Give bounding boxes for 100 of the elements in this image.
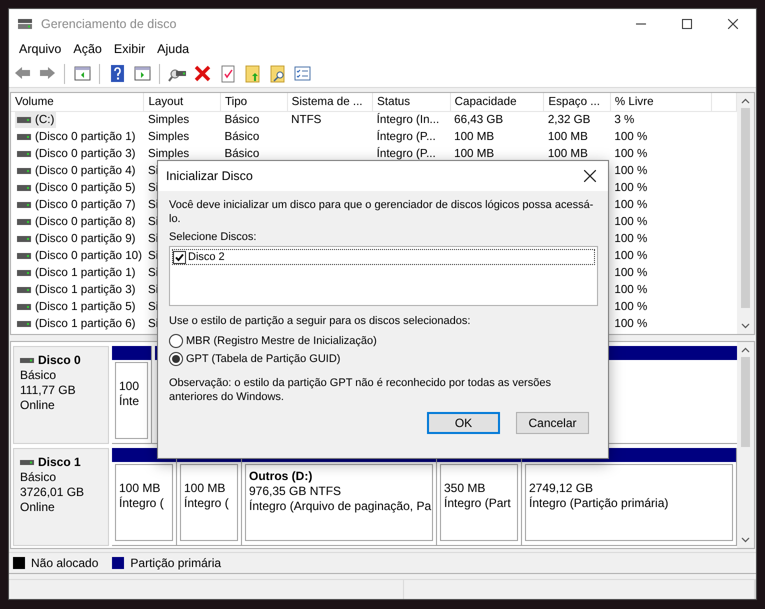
menu-item[interactable]: Ajuda xyxy=(151,40,196,59)
column-header[interactable]: Tipo xyxy=(220,93,288,111)
column-header[interactable]: Sistema de ... xyxy=(287,93,373,111)
disk-status: Online xyxy=(20,398,56,413)
radio-label[interactable]: MBR (Registro Mestre de Inicialização) xyxy=(186,334,377,348)
drive-icon xyxy=(17,236,31,242)
table-cell: 100 MB xyxy=(454,130,494,143)
table-cell: 100 % xyxy=(614,300,648,313)
drive-entry[interactable]: (Disco 0 partição 3) xyxy=(15,146,138,162)
drive-icon xyxy=(17,202,31,208)
drive-icon xyxy=(17,304,31,310)
drive-entry[interactable]: (C:) xyxy=(15,112,56,128)
style-label: Use o estilo de partição a seguir para os discos selecionados: xyxy=(169,314,472,328)
checkbox[interactable] xyxy=(173,250,186,264)
table-cell: 100 % xyxy=(614,266,648,279)
column-header[interactable]: Capacidade xyxy=(450,93,544,111)
disk-name: Disco 1 xyxy=(38,455,81,470)
table-cell: Simples xyxy=(148,147,190,160)
drive-icon xyxy=(17,286,31,292)
table-cell: 100 % xyxy=(614,164,648,177)
drive-icon xyxy=(20,460,34,465)
menu-item[interactable]: Arquivo xyxy=(13,40,68,59)
drive-entry[interactable]: (Disco 0 partição 10) xyxy=(15,248,144,264)
legend-label: Partição primária xyxy=(130,555,222,572)
window-pane-icon[interactable] xyxy=(132,64,152,83)
drive-icon xyxy=(17,218,31,224)
table-cell: 100 % xyxy=(614,181,648,194)
partition-bar xyxy=(112,346,151,360)
drive-entry[interactable]: (Disco 1 partição 1) xyxy=(15,264,138,280)
menu-item[interactable]: Ação xyxy=(67,40,108,59)
drive-entry[interactable]: (Disco 0 partição 9) xyxy=(15,230,138,246)
radio-label[interactable]: GPT (Tabela de Partição GUID) xyxy=(186,352,340,366)
scrollbar-thumb[interactable] xyxy=(741,357,750,447)
maximize-icon[interactable] xyxy=(682,19,692,29)
drive-icon xyxy=(17,252,31,258)
close-icon[interactable] xyxy=(728,19,738,29)
column-header[interactable]: Espaço ... xyxy=(544,93,610,111)
table-cell: 100 MB xyxy=(454,147,494,160)
drive-icon xyxy=(17,270,31,276)
partition-box[interactable]: 350 MB Íntegro (Part xyxy=(440,464,518,541)
table-cell: Simples xyxy=(148,113,190,126)
scroll-down-icon[interactable] xyxy=(741,323,750,329)
column-header[interactable]: Status xyxy=(372,93,450,111)
checklist-icon[interactable] xyxy=(292,64,312,83)
scroll-up-icon[interactable] xyxy=(741,98,750,104)
table-cell: Íntegro (In... xyxy=(376,113,440,126)
scroll-down-icon[interactable] xyxy=(741,537,750,543)
column-header[interactable]: Layout xyxy=(144,93,220,111)
radio-button[interactable] xyxy=(169,334,183,348)
table-cell: 100 % xyxy=(614,249,648,262)
drive-icon xyxy=(17,168,31,174)
disk-drive-icon xyxy=(17,17,33,31)
scrollbar-thumb[interactable] xyxy=(741,108,750,308)
list-item[interactable]: Disco 2 xyxy=(172,249,595,265)
partition-box[interactable]: Outros (D:) 976,35 GB NTFS Íntegro (Arquivo de paginação, Pa xyxy=(245,464,433,541)
table-cell: 100 % xyxy=(614,317,648,330)
table-cell: 2,32 GB xyxy=(548,113,590,126)
delete-icon[interactable] xyxy=(192,64,212,83)
table-cell: 100 % xyxy=(614,215,648,228)
column-header[interactable]: Volume xyxy=(11,93,144,111)
partition-box[interactable]: 100 MB Íntegro ( xyxy=(180,464,238,541)
table-cell: 66,43 GB xyxy=(454,113,504,126)
disk-type: Básico xyxy=(20,470,58,485)
partition-box[interactable]: 2749,12 GB Íntegro (Partição primária) xyxy=(525,464,733,541)
scroll-up-icon[interactable] xyxy=(741,347,750,353)
scrollbar[interactable] xyxy=(737,342,754,548)
column-header[interactable]: % Livre xyxy=(610,93,712,111)
disk-type: Básico xyxy=(20,368,58,383)
window-pane-icon[interactable] xyxy=(72,64,92,83)
drive-entry[interactable]: (Disco 0 partição 8) xyxy=(15,214,138,230)
scrollbar[interactable] xyxy=(737,93,754,334)
folder-magnifier-icon[interactable] xyxy=(268,64,286,83)
disk-status: Online xyxy=(20,500,56,515)
table-cell: 100 % xyxy=(614,232,648,245)
disk-size: 3726,01 GB xyxy=(20,485,86,500)
partition-box[interactable]: 100 MB Íntegro ( xyxy=(115,464,173,541)
drive-entry[interactable]: (Disco 0 partição 4) xyxy=(15,162,138,178)
table-cell: Simples xyxy=(148,130,190,143)
table-cell: 100 % xyxy=(614,283,648,296)
dialog-button[interactable]: OK xyxy=(427,412,500,434)
drive-icon xyxy=(17,116,31,123)
radio-button[interactable] xyxy=(169,352,183,366)
list-label: Selecione Discos: xyxy=(169,230,258,244)
drive-entry[interactable]: (Disco 1 partição 3) xyxy=(15,282,138,298)
table-cell: 100 MB xyxy=(548,130,588,143)
partition-box[interactable]: 100 Ínte xyxy=(115,362,148,439)
disk-size: 111,77 GB xyxy=(20,383,77,398)
drive-icon xyxy=(20,358,34,363)
close-icon[interactable] xyxy=(584,170,596,182)
drive-entry[interactable]: (Disco 0 partição 5) xyxy=(15,180,138,196)
drive-entry[interactable]: (Disco 0 partição 7) xyxy=(15,196,138,212)
drive-entry[interactable]: (Disco 1 partição 5) xyxy=(15,298,138,314)
menu-item[interactable]: Exibir xyxy=(108,40,152,59)
drive-entry[interactable]: (Disco 1 partição 6) xyxy=(15,316,138,332)
table-cell: 100 % xyxy=(614,130,648,143)
disk-list[interactable]: Disco 2 xyxy=(169,246,598,306)
window-title: Gerenciamento de disco xyxy=(41,16,176,33)
drive-entry[interactable]: (Disco 0 partição 1) xyxy=(15,128,138,144)
table-cell: Íntegro (P... xyxy=(376,130,436,143)
dialog-button[interactable]: Cancelar xyxy=(516,412,589,434)
